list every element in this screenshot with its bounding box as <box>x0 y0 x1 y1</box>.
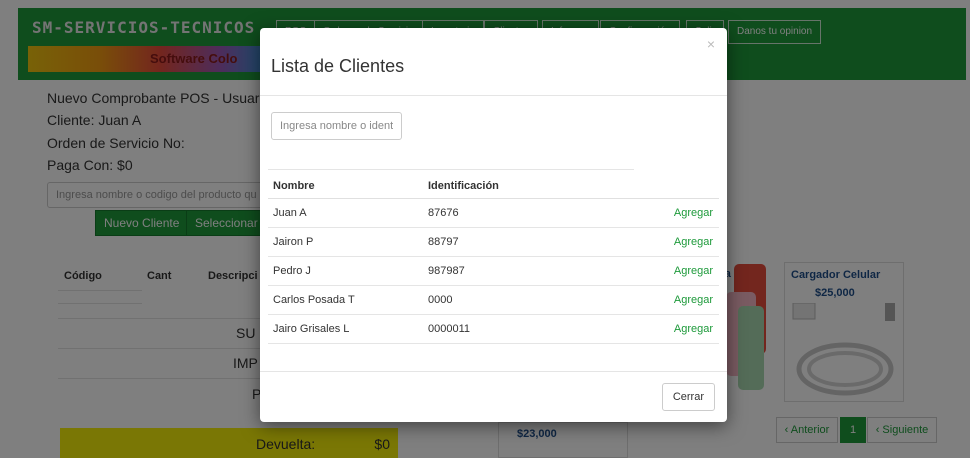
table-row: Carlos Posada T 0000 Agregar <box>268 285 719 315</box>
client-id: 0000 <box>423 285 606 315</box>
clientes-modal: × Lista de Clientes Nombre Identificació… <box>260 28 727 422</box>
header-nombre: Nombre <box>268 174 423 199</box>
agregar-link[interactable]: Agregar <box>605 285 719 315</box>
table-row: Juan A 87676 Agregar <box>268 198 719 228</box>
client-name: Jairo Grisales L <box>268 314 423 344</box>
client-name: Pedro J <box>268 256 423 286</box>
cerrar-button[interactable]: Cerrar <box>661 383 715 411</box>
table-row: Jairon P 88797 Agregar <box>268 227 719 257</box>
modal-title: Lista de Clientes <box>271 56 405 76</box>
client-name: Jairon P <box>268 227 423 257</box>
client-name: Carlos Posada T <box>268 285 423 315</box>
clients-table: Nombre Identificación Juan A 87676 Agreg… <box>268 174 719 344</box>
client-id: 87676 <box>423 198 606 228</box>
agregar-link[interactable]: Agregar <box>605 314 719 344</box>
client-id: 0000011 <box>423 314 606 344</box>
close-icon[interactable]: × <box>707 36 715 52</box>
table-row: Pedro J 987987 Agregar <box>268 256 719 286</box>
header-identificacion: Identificación <box>423 174 606 199</box>
client-id: 987987 <box>423 256 606 286</box>
agregar-link[interactable]: Agregar <box>605 227 719 257</box>
table-row: Jairo Grisales L 0000011 Agregar <box>268 314 719 344</box>
agregar-link[interactable]: Agregar <box>605 198 719 228</box>
client-name: Juan A <box>268 198 423 228</box>
client-search-input[interactable] <box>271 112 402 140</box>
client-id: 88797 <box>423 227 606 257</box>
agregar-link[interactable]: Agregar <box>605 256 719 286</box>
